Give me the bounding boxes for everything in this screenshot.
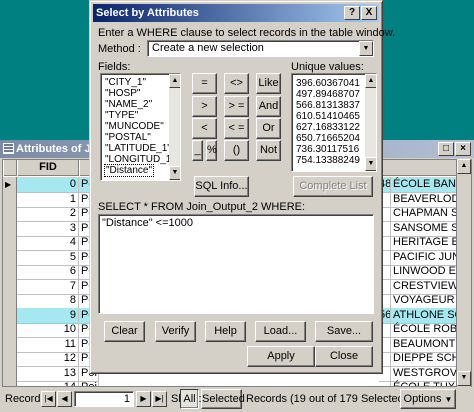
apply-button[interactable]: Apply — [247, 346, 315, 367]
unique-value-item[interactable]: 610.51410465 — [296, 111, 360, 122]
or-button[interactable]: Or — [256, 118, 281, 139]
first-record-icon[interactable]: |◀ — [41, 391, 56, 407]
table-icon — [3, 143, 14, 154]
help-icon[interactable]: ? — [344, 6, 360, 20]
percent-button[interactable]: % — [206, 140, 217, 161]
underscore-button[interactable]: _ — [192, 140, 203, 161]
fields-label: Fields: — [98, 61, 131, 73]
fields-scrollbar[interactable]: ▲ ▼ — [169, 74, 180, 180]
record-number-input[interactable]: 1 — [74, 391, 134, 407]
verify-button[interactable]: Verify — [155, 321, 196, 342]
unique-value-item[interactable]: 396.60367041 — [296, 78, 360, 89]
grid-vertical-scrollbar[interactable]: ▲ ▼ — [456, 159, 471, 387]
last-record-icon[interactable]: ▶| — [152, 391, 167, 407]
dropdown-arrow-icon: ▼ — [444, 395, 453, 404]
close-icon[interactable]: X — [361, 6, 377, 20]
method-label: Method : — [98, 43, 141, 55]
where-clause-textarea[interactable]: "Distance" <=1000 — [98, 214, 374, 314]
and-button[interactable]: And — [256, 96, 281, 117]
records-count-text: Records (19 out of 179 Selected.) — [246, 393, 411, 405]
complete-list-button[interactable]: Complete List — [293, 176, 373, 197]
table-footer: Record: |◀ ◀ 1 ▶ ▶| Show: All Selected R… — [0, 387, 474, 412]
scroll-down-icon[interactable]: ▼ — [457, 371, 471, 386]
unique-value-item[interactable]: 566.81313837 — [296, 100, 360, 111]
column-header-fid[interactable]: FID — [17, 160, 79, 176]
fields-list[interactable]: "CITY_1" "HOSP" "NAME_2" "TYPE" "MUNCODE" "PO… — [100, 73, 181, 181]
code-cell[interactable] — [379, 380, 391, 386]
header-selector — [3, 160, 17, 176]
chevron-down-icon[interactable]: ▼ — [359, 41, 373, 56]
load-button[interactable]: Load... — [255, 321, 306, 342]
record-label: Record: — [5, 393, 44, 405]
field-item[interactable]: "HOSP" — [105, 88, 140, 99]
unique-values-label: Unique values: — [291, 61, 364, 73]
options-label: Options — [403, 393, 442, 405]
dialog-title: Select by Attributes — [96, 7, 199, 19]
unique-values-list[interactable]: 396.60367041 497.89468707 566.81313837 610.… — [291, 73, 377, 172]
less-than-button[interactable]: < — [192, 118, 217, 139]
field-item[interactable]: "MUNCODE" — [105, 121, 164, 132]
save-button[interactable]: Save... — [315, 321, 373, 342]
next-record-icon[interactable]: ▶ — [136, 391, 151, 407]
unique-value-item[interactable]: 497.89468707 — [296, 89, 360, 100]
options-button[interactable]: Options ▼ — [400, 389, 456, 409]
close-button[interactable]: Close — [315, 346, 373, 367]
help-button[interactable]: Help — [205, 321, 246, 342]
close-icon[interactable]: × — [455, 142, 471, 156]
where-clause-text: "Distance" <=1000 — [102, 217, 193, 229]
fid-cell[interactable]: 14 — [17, 380, 79, 386]
field-item[interactable]: "LONGITUD_1" — [105, 154, 175, 165]
instructions-text: Enter a WHERE clause to select records i… — [98, 27, 396, 39]
scroll-up-icon[interactable]: ▲ — [169, 74, 180, 88]
where-label: SELECT * FROM Join_Output_2 WHERE: — [98, 201, 306, 213]
dialog-titlebar[interactable]: Select by Attributes ? X — [93, 4, 379, 22]
not-equal-button[interactable]: <> — [224, 73, 249, 94]
less-equal-button[interactable]: < = — [224, 118, 249, 139]
greater-than-button[interactable]: > — [192, 96, 217, 117]
field-item[interactable]: "LATITUDE_1" — [105, 143, 171, 154]
select-by-attributes-dialog: Select by Attributes ? X Enter a WHERE c… — [89, 0, 395, 374]
method-value: Create a new selection — [152, 42, 264, 54]
school-name-cell[interactable]: ÉCOLE TUXEDO — [391, 380, 459, 386]
unique-value-item[interactable]: 650.71665204 — [296, 133, 360, 144]
greater-equal-button[interactable]: > = — [224, 96, 249, 117]
field-item[interactable]: "NAME_2" — [105, 99, 152, 110]
show-selected-button[interactable]: Selected — [201, 389, 245, 409]
field-item[interactable]: "Distance" — [103, 164, 155, 177]
sql-info-button[interactable]: SQL Info... — [194, 176, 249, 197]
like-button[interactable]: Like — [256, 73, 281, 94]
maximize-icon[interactable]: □ — [438, 142, 454, 156]
row-selector[interactable] — [3, 380, 17, 386]
scroll-down-icon[interactable]: ▼ — [169, 166, 180, 180]
method-select[interactable]: Create a new selection ▼ — [147, 40, 374, 57]
clear-button[interactable]: Clear — [104, 321, 145, 342]
table-row[interactable]: 14Poi ÉCOLE TUXEDO — [3, 380, 471, 386]
field-item[interactable]: "CITY_1" — [105, 77, 146, 88]
scroll-up-icon[interactable]: ▲ — [365, 74, 376, 88]
show-all-button[interactable]: All — [180, 389, 199, 409]
unique-value-item[interactable]: 736.30117516 — [296, 144, 359, 155]
unique-scrollbar[interactable]: ▲ ▼ — [365, 74, 376, 171]
shape-cell[interactable]: Poi — [79, 380, 99, 386]
unique-value-item[interactable]: 754.13388249 — [296, 155, 360, 166]
previous-record-icon[interactable]: ◀ — [57, 391, 72, 407]
parentheses-button[interactable]: () — [224, 140, 249, 161]
field-item[interactable]: "POSTAL" — [105, 132, 151, 143]
equals-button[interactable]: = — [192, 73, 217, 94]
unique-value-item[interactable]: 627.16833122 — [296, 122, 360, 133]
scroll-down-icon[interactable]: ▼ — [365, 157, 376, 171]
scroll-up-icon[interactable]: ▲ — [457, 159, 471, 174]
field-item[interactable]: "TYPE" — [105, 110, 138, 121]
not-button[interactable]: Not — [256, 140, 281, 161]
